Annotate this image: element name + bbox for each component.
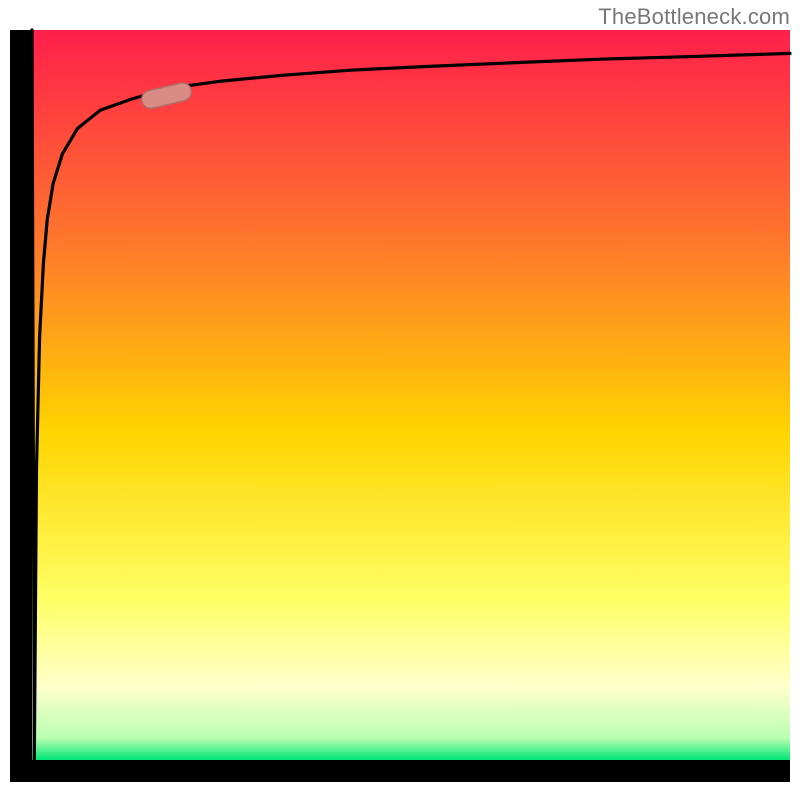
y-axis (10, 30, 32, 782)
chart-stage: TheBottleneck.com (0, 0, 800, 800)
chart-svg (0, 0, 800, 800)
x-axis (10, 760, 790, 782)
plot-background (32, 30, 790, 760)
